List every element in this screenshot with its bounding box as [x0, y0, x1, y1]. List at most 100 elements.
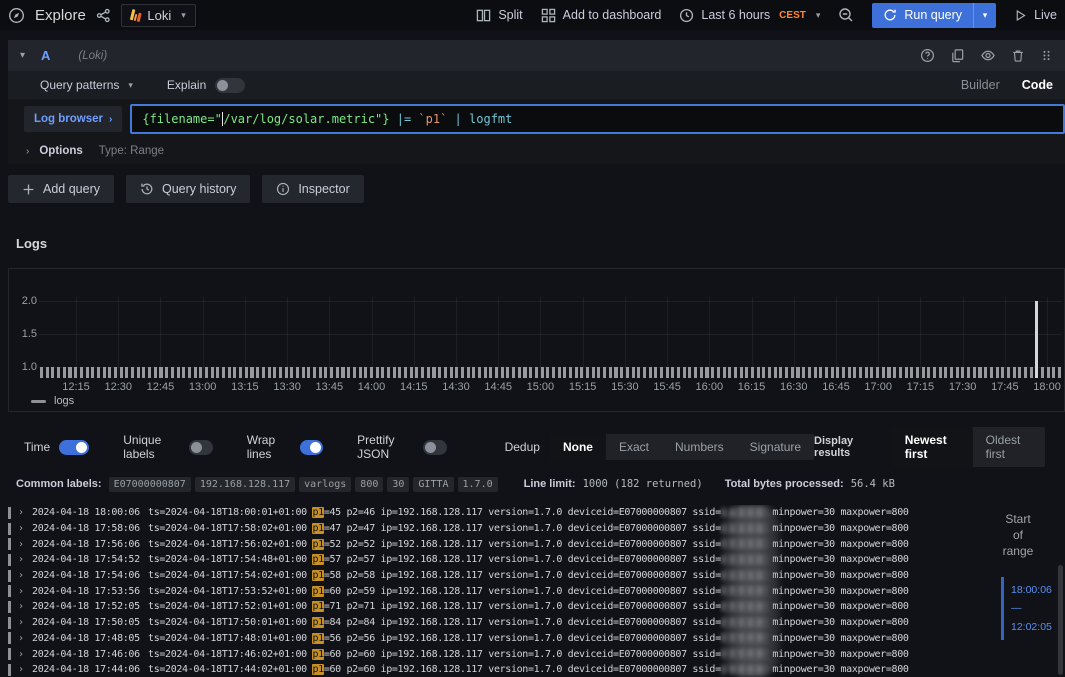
- expand-chevron-icon[interactable]: ›: [18, 523, 24, 534]
- time-range-picker[interactable]: Last 6 hours CEST ▾: [679, 8, 820, 23]
- x-tick: 14:45: [478, 381, 518, 393]
- play-icon: [1014, 9, 1027, 22]
- query-history-button[interactable]: Query history: [126, 175, 250, 203]
- dedup-option[interactable]: Numbers: [662, 434, 737, 460]
- expand-chevron-icon[interactable]: ›: [18, 570, 24, 581]
- histogram-bar: [86, 367, 89, 378]
- angle-right-icon: ›: [26, 146, 29, 157]
- expand-chevron-icon[interactable]: ›: [18, 617, 24, 628]
- trash-icon[interactable]: [1011, 48, 1025, 63]
- add-to-dashboard-button[interactable]: Add to dashboard: [541, 8, 662, 23]
- log-row[interactable]: ›2024-04-18 17:54:52ts=2024-04-18T17:54:…: [0, 552, 1065, 568]
- eye-icon[interactable]: [980, 48, 996, 63]
- dedup-option[interactable]: Exact: [606, 434, 662, 460]
- tab-builder[interactable]: Builder: [961, 78, 1000, 92]
- query-patterns-button[interactable]: Query patterns ▾: [40, 78, 133, 92]
- histogram-bar: [717, 367, 720, 378]
- drag-handle-icon[interactable]: [1040, 48, 1053, 63]
- inspector-button[interactable]: Inspector: [262, 175, 363, 203]
- histogram-bar: [1041, 367, 1044, 378]
- run-query-button[interactable]: Run query: [872, 3, 973, 28]
- log-level-indicator: [8, 664, 11, 676]
- logs-meta-row: Common labels: E07000000807192.168.128.1…: [16, 478, 1057, 490]
- run-query-dropdown[interactable]: ▾: [973, 3, 996, 28]
- display-option[interactable]: Newest first: [892, 427, 973, 467]
- toggle-switch[interactable]: [189, 440, 213, 455]
- histogram-bar: [751, 367, 754, 378]
- display-option[interactable]: Oldest first: [973, 427, 1045, 467]
- log-row[interactable]: ›2024-04-18 17:48:05ts=2024-04-18T17:48:…: [0, 631, 1065, 647]
- inspector-label: Inspector: [298, 182, 349, 196]
- expand-chevron-icon[interactable]: ›: [18, 507, 24, 518]
- x-tick: 13:45: [309, 381, 349, 393]
- histogram-bar: [614, 367, 617, 378]
- zoom-out-icon[interactable]: [838, 7, 854, 23]
- histogram-bar: [359, 367, 362, 378]
- histogram-bar: [558, 367, 561, 378]
- log-row[interactable]: ›2024-04-18 17:53:56ts=2024-04-18T17:53:…: [0, 583, 1065, 599]
- log-row[interactable]: ›2024-04-18 17:46:06ts=2024-04-18T17:46:…: [0, 646, 1065, 662]
- expand-chevron-icon[interactable]: ›: [18, 554, 24, 565]
- toggle-switch[interactable]: [423, 440, 447, 455]
- log-row[interactable]: ›2024-04-18 17:56:06ts=2024-04-18T17:56:…: [0, 536, 1065, 552]
- redacted-ssid-value: [721, 571, 767, 580]
- redacted-ssid-value: [721, 602, 767, 611]
- log-browser-button[interactable]: Log browser ›: [24, 106, 122, 132]
- toggle-row: TimeUnique labelsWrap linesPrettify JSON: [24, 433, 447, 461]
- log-level-indicator: [8, 507, 11, 519]
- histogram-bar: [159, 367, 162, 378]
- log-row[interactable]: ›2024-04-18 17:54:06ts=2024-04-18T17:54:…: [0, 568, 1065, 584]
- histogram-bar: [768, 367, 771, 378]
- log-line-content: ts=2024-04-18T17:56:02+01:00 p1=52 p2=52…: [148, 539, 909, 550]
- log-row[interactable]: ›2024-04-18 17:58:06ts=2024-04-18T17:58:…: [0, 521, 1065, 537]
- chart-legend[interactable]: logs: [31, 395, 74, 407]
- log-row[interactable]: ›2024-04-18 17:50:05ts=2024-04-18T17:50:…: [0, 615, 1065, 631]
- expand-chevron-icon[interactable]: ›: [18, 649, 24, 660]
- explain-toggle[interactable]: [215, 78, 245, 93]
- histogram-bar: [46, 367, 49, 378]
- dedup-option[interactable]: Signature: [737, 434, 814, 460]
- add-query-label: Add query: [43, 182, 100, 196]
- expand-chevron-icon[interactable]: ›: [18, 601, 24, 612]
- histogram-bar: [831, 367, 834, 378]
- log-row[interactable]: ›2024-04-18 17:52:05ts=2024-04-18T17:52:…: [0, 599, 1065, 615]
- tab-code[interactable]: Code: [1022, 78, 1053, 92]
- explore-compass-icon: [8, 7, 25, 24]
- split-button[interactable]: Split: [476, 8, 522, 23]
- expand-chevron-icon[interactable]: ›: [18, 664, 24, 675]
- toggle-switch[interactable]: [59, 440, 89, 455]
- common-label-badge: varlogs: [299, 477, 351, 492]
- collapse-chevron-icon[interactable]: ▾: [20, 50, 25, 61]
- live-button[interactable]: Live: [1014, 8, 1057, 22]
- scrollbar[interactable]: [1058, 565, 1063, 675]
- help-icon[interactable]: [920, 48, 935, 63]
- angle-right-icon: ›: [109, 114, 112, 125]
- query-options-row[interactable]: › Options Type: Range: [8, 138, 1065, 164]
- common-label-badge: 800: [355, 477, 383, 492]
- histogram-bar: [296, 367, 299, 378]
- toggle-switch[interactable]: [300, 440, 323, 455]
- log-level-indicator: [8, 632, 11, 644]
- expand-chevron-icon[interactable]: ›: [18, 633, 24, 644]
- toggle-label: Wrap lines: [247, 433, 291, 461]
- histogram-bar: [734, 367, 737, 378]
- histogram-bar: [376, 367, 379, 378]
- share-icon[interactable]: [96, 8, 111, 23]
- duplicate-icon[interactable]: [950, 48, 965, 63]
- display-results-group: Newest firstOldest first: [892, 427, 1045, 467]
- query-expression-input[interactable]: {filename="/var/log/solar.metric"} |= `p…: [130, 104, 1065, 134]
- toggle-time: Time: [24, 440, 89, 455]
- dedup-option[interactable]: None: [550, 434, 606, 460]
- log-row[interactable]: ›2024-04-18 17:44:06ts=2024-04-18T17:44:…: [0, 662, 1065, 677]
- histogram-bar: [410, 367, 413, 378]
- legend-label: logs: [54, 395, 74, 407]
- datasource-picker[interactable]: Loki ▾: [121, 4, 196, 27]
- log-navigation-range[interactable]: 18:00:06 — 12:02:05: [1001, 577, 1057, 640]
- histogram-bar: [666, 367, 669, 378]
- expand-chevron-icon[interactable]: ›: [18, 586, 24, 597]
- expand-chevron-icon[interactable]: ›: [18, 539, 24, 550]
- log-row[interactable]: ›2024-04-18 18:00:06ts=2024-04-18T18:00:…: [0, 505, 1065, 521]
- histogram-bar: [512, 367, 515, 378]
- add-query-button[interactable]: Add query: [8, 175, 114, 203]
- histogram-bar: [165, 367, 168, 378]
